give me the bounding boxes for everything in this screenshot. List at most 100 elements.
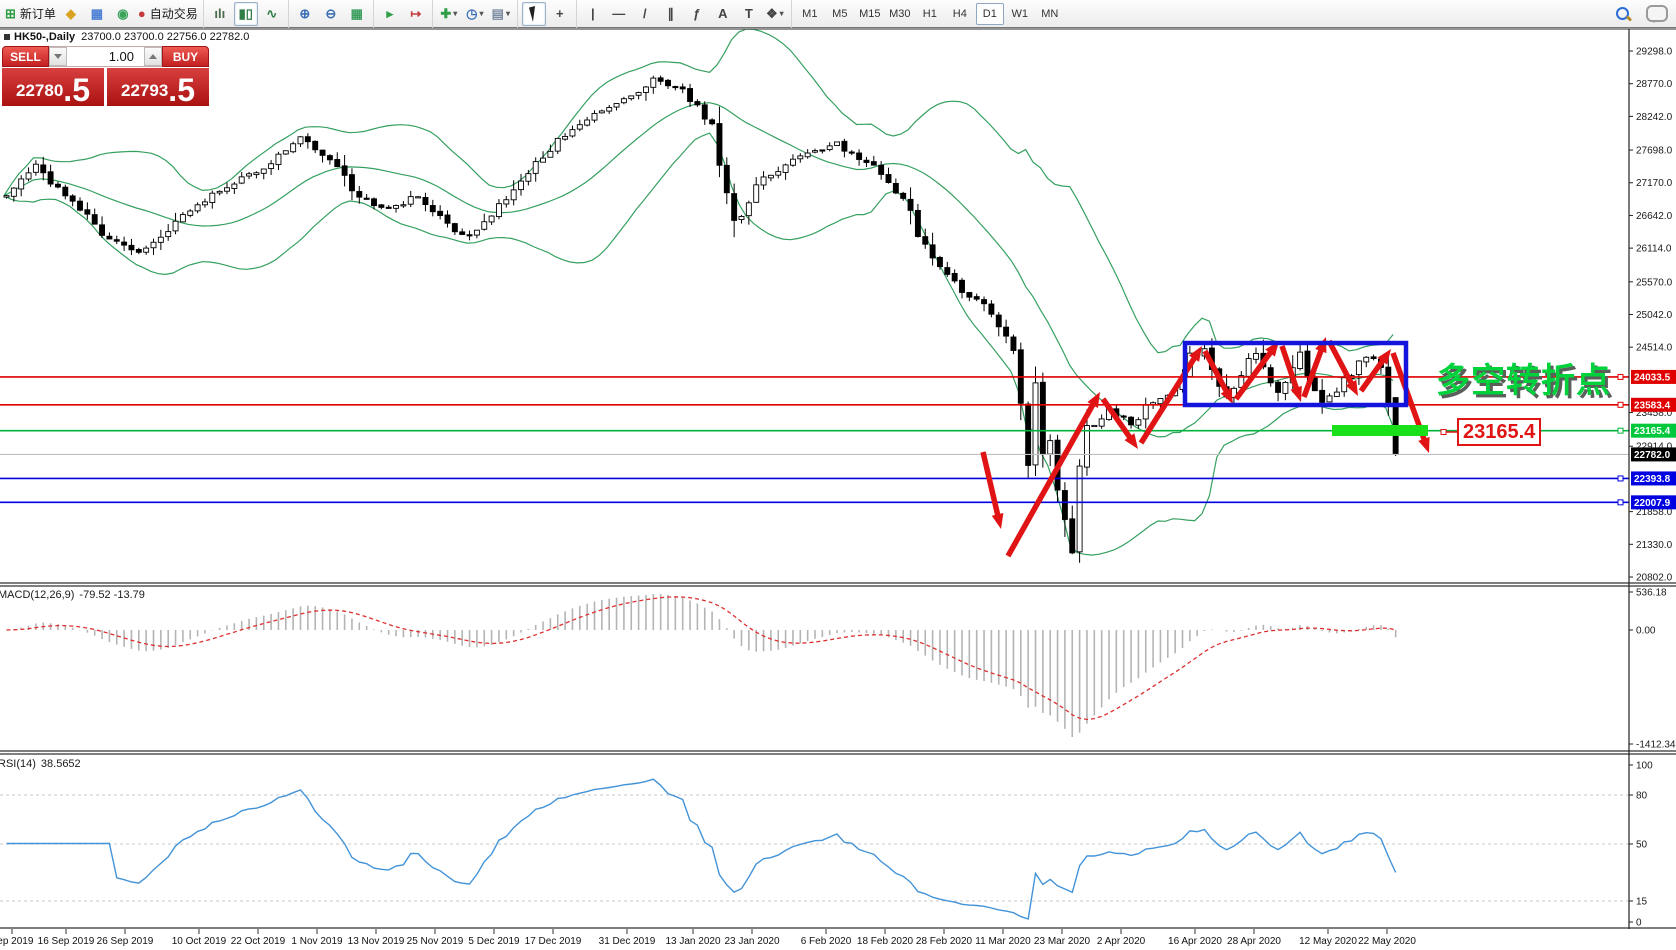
chart-shift-icon[interactable]: ↦ xyxy=(404,2,428,26)
svg-text:29298.0: 29298.0 xyxy=(1636,47,1673,58)
svg-text:25042.0: 25042.0 xyxy=(1636,310,1673,321)
svg-text:25 Nov 2019: 25 Nov 2019 xyxy=(407,936,464,947)
label-icon[interactable]: T xyxy=(737,2,761,26)
svg-text:100: 100 xyxy=(1636,761,1653,772)
line-chart-icon[interactable]: ∿ xyxy=(260,2,284,26)
svg-text:23 Jan 2020: 23 Jan 2020 xyxy=(724,936,779,947)
svg-text:26114.0: 26114.0 xyxy=(1636,244,1672,255)
chat-icon[interactable] xyxy=(1646,5,1668,22)
timeframe-M30[interactable]: M30 xyxy=(886,3,914,25)
svg-text:22 May 2020: 22 May 2020 xyxy=(1358,936,1416,947)
timeframe-D1[interactable]: D1 xyxy=(976,3,1004,25)
macd-histogram xyxy=(7,594,1396,737)
volume-stepper: 1.00 xyxy=(49,46,162,67)
svg-text:24514.0: 24514.0 xyxy=(1636,343,1673,354)
shapes-icon[interactable]: ❖▾ xyxy=(763,2,787,26)
history-center-icon[interactable]: ◆ xyxy=(59,2,83,26)
trendline-icon[interactable]: / xyxy=(633,2,657,26)
svg-text:80: 80 xyxy=(1636,791,1648,802)
svg-text:0.00: 0.00 xyxy=(1636,626,1656,637)
bollinger-bands xyxy=(4,29,1393,555)
text-icon[interactable]: A xyxy=(711,2,735,26)
cursor-icon[interactable] xyxy=(522,2,546,26)
timeframe-W1[interactable]: W1 xyxy=(1006,3,1034,25)
rsi-pane xyxy=(0,779,1629,919)
chart-canvas[interactable]: 29298.028770.028242.027698.027170.026642… xyxy=(0,28,1676,950)
macd-signal-line xyxy=(7,597,1396,720)
svg-text:23583.4: 23583.4 xyxy=(1634,400,1671,411)
svg-text:22782.0: 22782.0 xyxy=(1634,450,1671,461)
chart-corner-mark xyxy=(4,34,10,40)
timeframe-H1[interactable]: H1 xyxy=(916,3,944,25)
volume-value[interactable]: 1.00 xyxy=(67,47,144,66)
svg-text:11 Mar 2020: 11 Mar 2020 xyxy=(975,936,1031,947)
chart-title: HK50-,Daily23700.0 23700.0 22756.0 22782… xyxy=(14,31,249,43)
toolbar-group: |—/∥ƒAT❖▾ xyxy=(576,0,791,28)
crosshair-icon[interactable]: + xyxy=(548,2,572,26)
svg-text:20802.0: 20802.0 xyxy=(1636,573,1673,584)
auto-scroll-icon[interactable]: ▸ xyxy=(378,2,402,26)
svg-text:10 Oct 2019: 10 Oct 2019 xyxy=(172,936,227,947)
buy-button[interactable]: BUY xyxy=(162,46,209,67)
svg-text:5 Dec 2019: 5 Dec 2019 xyxy=(468,936,520,947)
sell-price-tile[interactable]: 22780 .5 xyxy=(2,68,104,106)
templates-icon[interactable]: ▤▾ xyxy=(489,2,513,26)
toolbar: ⊞新订单◆▦◉●自动交易ılı▮▯∿⊕⊖▦▸↦✚▾◷▾▤▾+|—/∥ƒAT❖▾ … xyxy=(0,0,1676,28)
channel-icon[interactable]: ∥ xyxy=(659,2,683,26)
timeframe-M1[interactable]: M1 xyxy=(796,3,824,25)
zoom-out-icon[interactable]: ⊖ xyxy=(319,2,343,26)
toolbar-group: ▸↦ xyxy=(373,0,432,28)
timeframe-M15[interactable]: M15 xyxy=(856,3,884,25)
sell-button[interactable]: SELL xyxy=(2,46,49,67)
svg-text:22007.9: 22007.9 xyxy=(1634,498,1671,509)
volume-increase-button[interactable] xyxy=(144,47,162,66)
sell-price-main: 22780 xyxy=(16,81,63,106)
vertical-line-icon[interactable]: | xyxy=(581,2,605,26)
candlestick-chart-icon[interactable]: ▮▯ xyxy=(234,2,258,26)
indicators-icon[interactable]: ✚▾ xyxy=(437,2,461,26)
svg-text:50: 50 xyxy=(1636,840,1648,851)
horizontal-line-icon[interactable]: — xyxy=(607,2,631,26)
one-click-trading-panel: SELL 1.00 BUY 22780 .5 22793 .5 xyxy=(2,46,209,106)
ohlc-values: 23700.0 23700.0 22756.0 22782.0 xyxy=(81,31,249,43)
toolbar-group: + xyxy=(517,0,576,28)
indicator-axes: 536.180.00-1412.341008050150 xyxy=(1629,588,1676,929)
svg-text:536.18: 536.18 xyxy=(1636,588,1667,599)
candles xyxy=(4,76,1398,563)
autotrading-icon[interactable]: ●自动交易 xyxy=(137,2,199,26)
svg-text:13 Jan 2020: 13 Jan 2020 xyxy=(665,936,720,947)
date-axis: Sep 201916 Sep 201926 Sep 201910 Oct 201… xyxy=(0,929,1416,947)
fibonacci-icon[interactable]: ƒ xyxy=(685,2,709,26)
level-lines xyxy=(0,374,1629,504)
price-callout-label[interactable]: 23165.4 xyxy=(1457,418,1541,446)
bull-bear-turning-point-note[interactable]: 多空转折点 xyxy=(1436,353,1611,402)
search-icon[interactable] xyxy=(1614,5,1632,23)
periods-icon[interactable]: ◷▾ xyxy=(463,2,487,26)
price-axis: 29298.028770.028242.027698.027170.026642… xyxy=(1629,47,1676,584)
mt4-window: ⊞新订单◆▦◉●自动交易ılı▮▯∿⊕⊖▦▸↦✚▾◷▾▤▾+|—/∥ƒAT❖▾ … xyxy=(0,0,1676,950)
buy-price-main: 22793 xyxy=(121,81,168,106)
svg-text:27698.0: 27698.0 xyxy=(1636,146,1673,157)
new-order-icon[interactable]: ⊞新订单 xyxy=(4,2,57,26)
svg-text:17 Dec 2019: 17 Dec 2019 xyxy=(525,936,582,947)
svg-text:-1412.34: -1412.34 xyxy=(1636,740,1676,751)
volume-decrease-button[interactable] xyxy=(49,47,67,66)
timeframe-MN[interactable]: MN xyxy=(1036,3,1064,25)
signal-icon[interactable]: ◉ xyxy=(111,2,135,26)
tile-windows-icon[interactable]: ▦ xyxy=(345,2,369,26)
terminal-icon[interactable]: ▦ xyxy=(85,2,109,26)
svg-text:26 Sep 2019: 26 Sep 2019 xyxy=(97,936,154,947)
bar-chart-icon[interactable]: ılı xyxy=(208,2,232,26)
toolbar-group: ✚▾◷▾▤▾ xyxy=(432,0,517,28)
svg-text:24033.5: 24033.5 xyxy=(1634,372,1671,383)
svg-text:Sep 2019: Sep 2019 xyxy=(0,936,34,947)
svg-text:28 Feb 2020: 28 Feb 2020 xyxy=(916,936,973,947)
toolbar-group: ⊞新订单◆▦◉●自动交易 xyxy=(0,0,203,28)
timeframe-H4[interactable]: H4 xyxy=(946,3,974,25)
svg-text:22393.8: 22393.8 xyxy=(1634,474,1671,485)
svg-text:23 Mar 2020: 23 Mar 2020 xyxy=(1034,936,1091,947)
zoom-in-icon[interactable]: ⊕ xyxy=(293,2,317,26)
timeframe-M5[interactable]: M5 xyxy=(826,3,854,25)
buy-price-tile[interactable]: 22793 .5 xyxy=(107,68,209,106)
rsi-label: RSI(14)38.5652 xyxy=(0,758,86,770)
